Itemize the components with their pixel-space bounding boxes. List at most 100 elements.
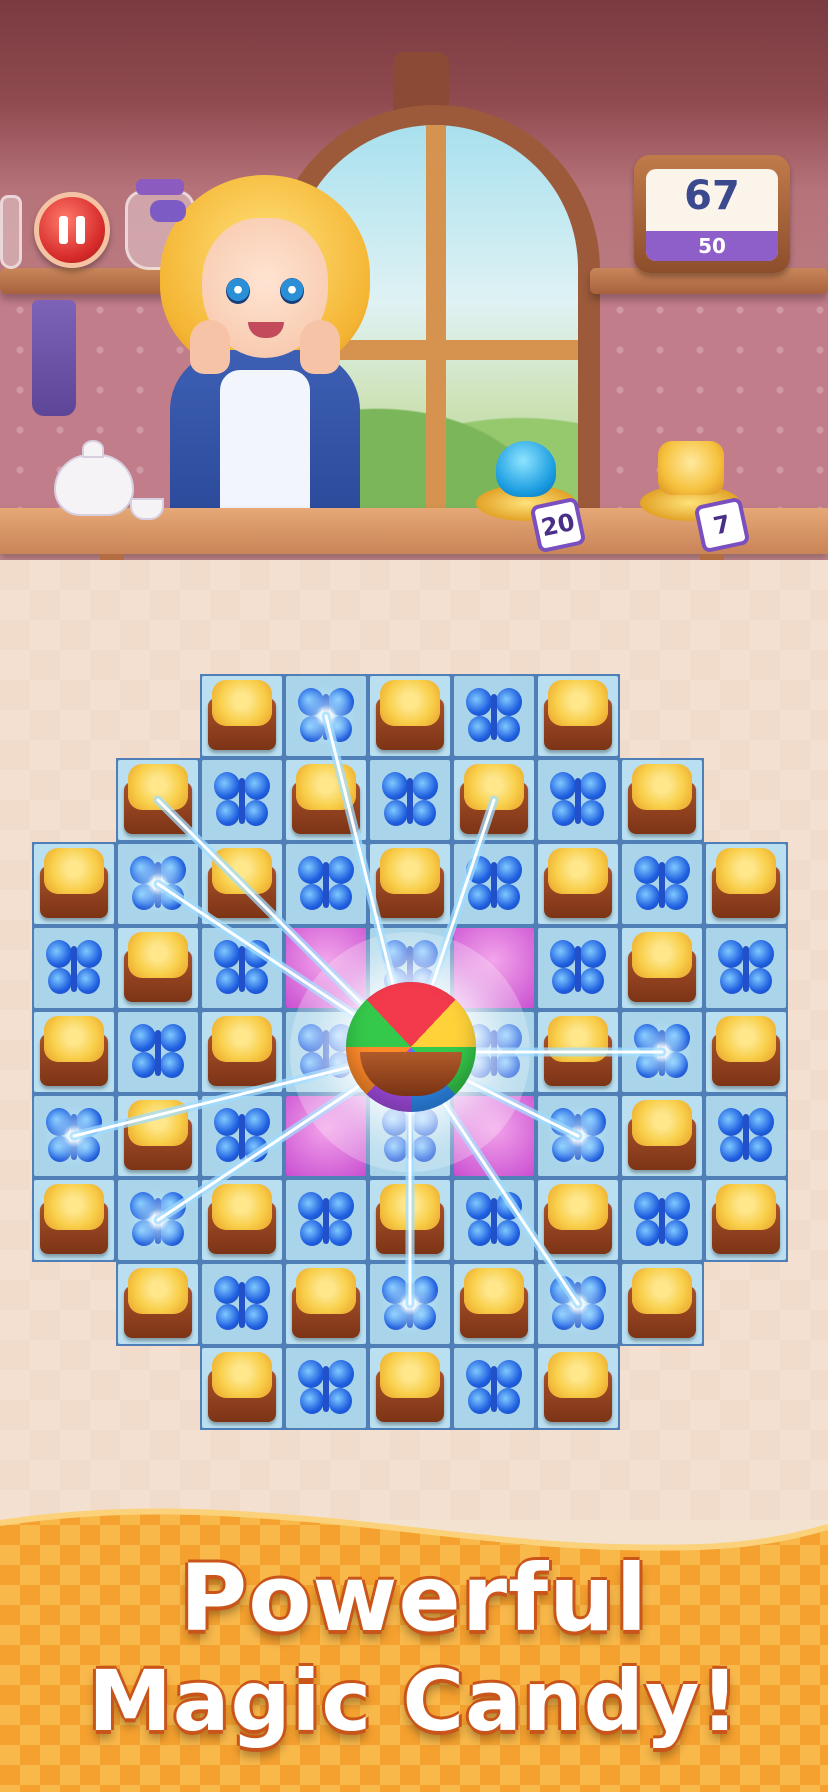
pink-special-tile[interactable] bbox=[454, 928, 534, 1008]
cookie-tile[interactable] bbox=[706, 1012, 786, 1092]
cookie-tile[interactable] bbox=[538, 1348, 618, 1428]
blue-butterfly-candy[interactable] bbox=[34, 928, 114, 1008]
cookie-tile[interactable] bbox=[202, 676, 282, 756]
cookie-icon bbox=[380, 680, 440, 726]
blue-butterfly-candy[interactable] bbox=[286, 1180, 366, 1260]
cookie-tile[interactable] bbox=[34, 1180, 114, 1260]
butterfly-icon bbox=[212, 940, 272, 998]
cookie-tile[interactable] bbox=[706, 1180, 786, 1260]
blue-butterfly-candy[interactable] bbox=[370, 1264, 450, 1344]
magic-candy-ball[interactable] bbox=[346, 982, 476, 1112]
cookie-tile[interactable] bbox=[34, 844, 114, 924]
cookie-tile[interactable] bbox=[202, 1180, 282, 1260]
butterfly-icon bbox=[464, 1360, 524, 1418]
butterfly-icon bbox=[464, 1192, 524, 1250]
cookie-tile[interactable] bbox=[538, 844, 618, 924]
blue-butterfly-candy[interactable] bbox=[622, 1180, 702, 1260]
cookie-icon bbox=[296, 764, 356, 810]
butterfly-icon bbox=[296, 1192, 356, 1250]
blue-butterfly-candy[interactable] bbox=[118, 844, 198, 924]
blue-butterfly-candy[interactable] bbox=[538, 760, 618, 840]
cookie-tile[interactable] bbox=[118, 1096, 198, 1176]
cookie-tile[interactable] bbox=[118, 1264, 198, 1344]
butterfly-icon bbox=[128, 1024, 188, 1082]
butterfly-icon bbox=[464, 688, 524, 746]
cookie-tile[interactable] bbox=[706, 844, 786, 924]
blue-butterfly-candy[interactable] bbox=[706, 928, 786, 1008]
cookie-tile[interactable] bbox=[286, 1264, 366, 1344]
cookie-tile[interactable] bbox=[370, 1180, 450, 1260]
cookie-icon bbox=[632, 1268, 692, 1314]
cookie-icon bbox=[716, 1184, 776, 1230]
blue-butterfly-candy[interactable] bbox=[370, 760, 450, 840]
game-board bbox=[0, 0, 828, 1500]
butterfly-icon bbox=[716, 940, 776, 998]
blue-butterfly-candy[interactable] bbox=[622, 1012, 702, 1092]
blue-butterfly-candy[interactable] bbox=[454, 676, 534, 756]
blue-butterfly-candy[interactable] bbox=[286, 676, 366, 756]
cookie-icon bbox=[632, 932, 692, 978]
blue-butterfly-candy[interactable] bbox=[454, 1348, 534, 1428]
cookie-tile[interactable] bbox=[370, 1348, 450, 1428]
blue-butterfly-candy[interactable] bbox=[202, 928, 282, 1008]
cookie-icon bbox=[212, 848, 272, 894]
cookie-tile[interactable] bbox=[538, 676, 618, 756]
butterfly-icon bbox=[296, 856, 356, 914]
cookie-icon bbox=[44, 848, 104, 894]
cookie-icon bbox=[548, 1184, 608, 1230]
promo-caption: Powerful Magic Candy! bbox=[0, 1553, 828, 1744]
spark-effect bbox=[622, 1012, 702, 1092]
blue-butterfly-candy[interactable] bbox=[118, 1180, 198, 1260]
cookie-tile[interactable] bbox=[538, 1012, 618, 1092]
cookie-icon bbox=[380, 1184, 440, 1230]
blue-butterfly-candy[interactable] bbox=[622, 844, 702, 924]
blue-butterfly-candy[interactable] bbox=[538, 1096, 618, 1176]
cookie-icon bbox=[464, 764, 524, 810]
cookie-icon bbox=[632, 1100, 692, 1146]
cookie-tile[interactable] bbox=[286, 760, 366, 840]
pink-special-tile[interactable] bbox=[454, 1096, 534, 1176]
cookie-tile[interactable] bbox=[622, 1264, 702, 1344]
pink-special-tile[interactable] bbox=[286, 1096, 366, 1176]
cookie-icon bbox=[464, 1268, 524, 1314]
blue-butterfly-candy[interactable] bbox=[538, 1264, 618, 1344]
cookie-icon bbox=[380, 848, 440, 894]
blue-butterfly-candy[interactable] bbox=[118, 1012, 198, 1092]
blue-butterfly-candy[interactable] bbox=[202, 1096, 282, 1176]
cookie-icon bbox=[632, 764, 692, 810]
cookie-tile[interactable] bbox=[622, 928, 702, 1008]
blue-butterfly-candy[interactable] bbox=[538, 928, 618, 1008]
cookie-tile[interactable] bbox=[118, 928, 198, 1008]
cookie-tile[interactable] bbox=[34, 1012, 114, 1092]
cookie-tile[interactable] bbox=[622, 1096, 702, 1176]
cookie-tile[interactable] bbox=[370, 844, 450, 924]
cookie-tile[interactable] bbox=[454, 1264, 534, 1344]
blue-butterfly-candy[interactable] bbox=[454, 1180, 534, 1260]
cookie-tile[interactable] bbox=[622, 760, 702, 840]
cookie-tile[interactable] bbox=[454, 760, 534, 840]
blue-butterfly-candy[interactable] bbox=[34, 1096, 114, 1176]
cookie-icon bbox=[548, 1352, 608, 1398]
blue-butterfly-candy[interactable] bbox=[286, 1348, 366, 1428]
spark-effect bbox=[370, 1264, 450, 1344]
butterfly-icon bbox=[380, 772, 440, 830]
blue-butterfly-candy[interactable] bbox=[202, 1264, 282, 1344]
cookie-tile[interactable] bbox=[202, 1012, 282, 1092]
cookie-tile[interactable] bbox=[202, 844, 282, 924]
blue-butterfly-candy[interactable] bbox=[202, 760, 282, 840]
cookie-tile[interactable] bbox=[370, 676, 450, 756]
cookie-icon bbox=[128, 932, 188, 978]
cookie-tile[interactable] bbox=[202, 1348, 282, 1428]
pink-special-tile[interactable] bbox=[286, 928, 366, 1008]
cookie-icon bbox=[128, 1268, 188, 1314]
blue-butterfly-candy[interactable] bbox=[286, 844, 366, 924]
blue-butterfly-candy[interactable] bbox=[706, 1096, 786, 1176]
cookie-tile[interactable] bbox=[118, 760, 198, 840]
cookie-icon bbox=[128, 764, 188, 810]
butterfly-icon bbox=[632, 1192, 692, 1250]
blue-butterfly-candy[interactable] bbox=[454, 844, 534, 924]
butterfly-icon bbox=[716, 1108, 776, 1166]
cookie-icon bbox=[716, 848, 776, 894]
cookie-tile[interactable] bbox=[538, 1180, 618, 1260]
butterfly-icon bbox=[212, 772, 272, 830]
